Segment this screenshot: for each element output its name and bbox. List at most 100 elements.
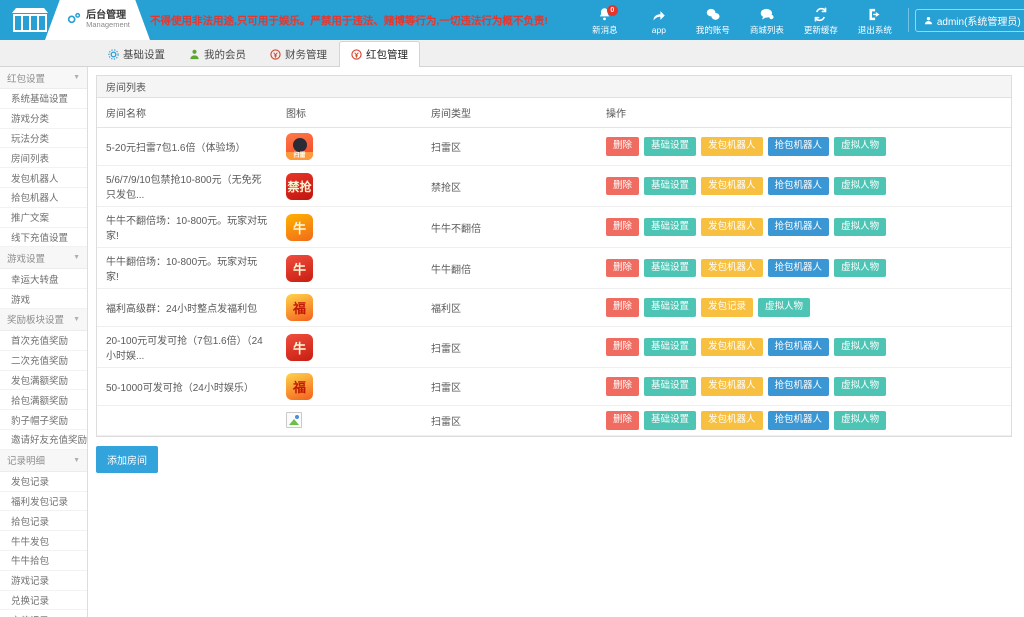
- virtual-character-button[interactable]: 虚拟人物: [834, 137, 886, 156]
- virtual-character-button[interactable]: 虚拟人物: [758, 298, 810, 317]
- basic-settings-button[interactable]: 基础设置: [644, 259, 696, 278]
- add-room-button[interactable]: 添加房间: [96, 446, 158, 473]
- tab-redpacket-management[interactable]: 红包管理: [339, 41, 420, 67]
- delete-button[interactable]: 删除: [606, 259, 639, 278]
- delete-button[interactable]: 删除: [606, 298, 639, 317]
- fu-fortune-icon: 福: [286, 294, 313, 321]
- sidebar-item-playstyle-category[interactable]: 玩法分类: [0, 129, 87, 149]
- top-action-logout[interactable]: 退出系统: [848, 4, 902, 36]
- user-icon: [924, 16, 933, 25]
- sidebar-group-redpacket-settings[interactable]: 红包设置 ▼: [0, 67, 87, 89]
- grab-bot-button[interactable]: 抢包机器人: [768, 218, 830, 237]
- room-list-table: 房间名称 图标 房间类型 操作 5-20元扫雷7包1.6倍（体验场） 扫雷: [97, 98, 1011, 436]
- sidebar-item-game-category[interactable]: 游戏分类: [0, 109, 87, 129]
- cell-icon: 禁抢: [277, 166, 422, 207]
- sidebar-item-promo-copy[interactable]: 推广文案: [0, 208, 87, 228]
- grab-bot-button[interactable]: 抢包机器人: [768, 137, 830, 156]
- sidebar-item-send-records[interactable]: 发包记录: [0, 472, 87, 492]
- sidebar-item-grab-records[interactable]: 拾包记录: [0, 511, 87, 531]
- basic-settings-button[interactable]: 基础设置: [644, 377, 696, 396]
- sidebar-group-record-details[interactable]: 记录明细 ▼: [0, 450, 87, 472]
- virtual-character-button[interactable]: 虚拟人物: [834, 218, 886, 237]
- send-records-button[interactable]: 发包记录: [701, 298, 753, 317]
- sidebar-item-recharge-records[interactable]: 充值记录: [0, 610, 87, 617]
- delete-button[interactable]: 删除: [606, 218, 639, 237]
- tab-my-members[interactable]: 我的会员: [177, 41, 258, 67]
- grab-bot-button[interactable]: 抢包机器人: [768, 338, 830, 357]
- sidebar-item-grab-bot[interactable]: 拾包机器人: [0, 188, 87, 208]
- sidebar-item-send-quota-reward[interactable]: 发包满额奖励: [0, 371, 87, 391]
- sidebar-item-welfare-send-records[interactable]: 福利发包记录: [0, 492, 87, 512]
- sidebar-group-reward-module-settings[interactable]: 奖励板块设置 ▼: [0, 309, 87, 331]
- cell-room-name: 50-1000可发可抢（24小时娱乐）: [97, 368, 277, 406]
- top-action-account[interactable]: 我的账号: [686, 4, 740, 36]
- tab-finance[interactable]: 财务管理: [258, 41, 339, 67]
- sidebar-item-label: 游戏记录: [11, 573, 49, 587]
- send-bot-button[interactable]: 发包机器人: [701, 411, 763, 430]
- sidebar-item-niuniu-send[interactable]: 牛牛发包: [0, 531, 87, 551]
- nav-tabs: 基础设置 我的会员 财务管理 红包管理: [0, 40, 1024, 67]
- sidebar-item-room-list[interactable]: 房间列表: [0, 148, 87, 168]
- send-bot-button[interactable]: 发包机器人: [701, 338, 763, 357]
- sidebar-item-lucky-wheel[interactable]: 幸运大转盘: [0, 269, 87, 289]
- top-actions: 0 新消息 app 我的账号: [578, 4, 1024, 36]
- basic-settings-button[interactable]: 基础设置: [644, 177, 696, 196]
- grab-bot-button[interactable]: 抢包机器人: [768, 177, 830, 196]
- sidebar-item-grab-quota-reward[interactable]: 拾包满额奖励: [0, 390, 87, 410]
- send-bot-button[interactable]: 发包机器人: [701, 177, 763, 196]
- finance-icon: [270, 49, 281, 60]
- tab-basic-settings[interactable]: 基础设置: [96, 41, 177, 67]
- grab-bot-button[interactable]: 抢包机器人: [768, 259, 830, 278]
- sidebar-item-offline-recharge-settings[interactable]: 线下充值设置: [0, 228, 87, 248]
- virtual-character-button[interactable]: 虚拟人物: [834, 177, 886, 196]
- delete-button[interactable]: 删除: [606, 338, 639, 357]
- gear-icon: [65, 12, 81, 28]
- sidebar-item-second-recharge-reward[interactable]: 二次充值奖励: [0, 351, 87, 371]
- sidebar-item-label: 二次充值奖励: [11, 353, 68, 367]
- delete-button[interactable]: 删除: [606, 177, 639, 196]
- sidebar-item-label: 牛牛拾包: [11, 553, 49, 567]
- delete-button[interactable]: 删除: [606, 377, 639, 396]
- sidebar-group-label: 红包设置: [7, 71, 45, 85]
- sidebar-item-first-recharge-reward[interactable]: 首次充值奖励: [0, 331, 87, 351]
- sidebar-item-niuniu-grab[interactable]: 牛牛拾包: [0, 551, 87, 571]
- grab-bot-button[interactable]: 抢包机器人: [768, 377, 830, 396]
- virtual-character-button[interactable]: 虚拟人物: [834, 338, 886, 357]
- sidebar-item-exchange-records[interactable]: 兑换记录: [0, 591, 87, 611]
- sidebar-item-send-bot[interactable]: 发包机器人: [0, 168, 87, 188]
- sidebar-item-game-records[interactable]: 游戏记录: [0, 571, 87, 591]
- virtual-character-button[interactable]: 虚拟人物: [834, 377, 886, 396]
- sidebar-item-leopard-hat-reward[interactable]: 豹子帽子奖励: [0, 410, 87, 430]
- icon-caption: 福: [293, 377, 306, 396]
- delete-button[interactable]: 删除: [606, 137, 639, 156]
- top-action-app[interactable]: app: [632, 5, 686, 35]
- basic-settings-button[interactable]: 基础设置: [644, 218, 696, 237]
- sidebar-item-invite-friend-recharge-reward[interactable]: 邀请好友充值奖励: [0, 430, 87, 450]
- top-action-mall-list[interactable]: 商城列表: [740, 4, 794, 36]
- sidebar-item-system-basic-settings[interactable]: 系统基础设置: [0, 89, 87, 109]
- table-row: 50-1000可发可抢（24小时娱乐） 福 扫雷区 删除 基础设置 发包机器人: [97, 368, 1011, 406]
- sidebar-item-label: 邀请好友充值奖励: [11, 432, 87, 446]
- top-action-messages[interactable]: 0 新消息: [578, 4, 632, 36]
- sidebar-group-game-settings[interactable]: 游戏设置 ▼: [0, 247, 87, 269]
- sidebar-item-game[interactable]: 游戏: [0, 289, 87, 309]
- send-bot-button[interactable]: 发包机器人: [701, 218, 763, 237]
- virtual-character-button[interactable]: 虚拟人物: [834, 411, 886, 430]
- top-action-refresh-cache[interactable]: 更新缓存: [794, 4, 848, 36]
- basic-settings-button[interactable]: 基础设置: [644, 338, 696, 357]
- basic-settings-button[interactable]: 基础设置: [644, 298, 696, 317]
- chevron-down-icon: ▼: [73, 74, 80, 81]
- virtual-character-button[interactable]: 虚拟人物: [834, 259, 886, 278]
- basic-settings-button[interactable]: 基础设置: [644, 137, 696, 156]
- saolei-bomb-icon: 扫雷: [286, 133, 313, 160]
- send-bot-button[interactable]: 发包机器人: [701, 377, 763, 396]
- admin-user-chip[interactable]: admin(系统管理员): [915, 9, 1024, 32]
- delete-button[interactable]: 删除: [606, 411, 639, 430]
- send-bot-button[interactable]: 发包机器人: [701, 259, 763, 278]
- top-action-label: 我的账号: [696, 24, 730, 36]
- table-row: 牛牛翻倍场：10-800元。玩家对玩家! 牛 牛牛翻倍 删除 基础设置 发包机器: [97, 248, 1011, 289]
- grab-bot-button[interactable]: 抢包机器人: [768, 411, 830, 430]
- basic-settings-button[interactable]: 基础设置: [644, 411, 696, 430]
- send-bot-button[interactable]: 发包机器人: [701, 137, 763, 156]
- gear-icon: [108, 49, 119, 60]
